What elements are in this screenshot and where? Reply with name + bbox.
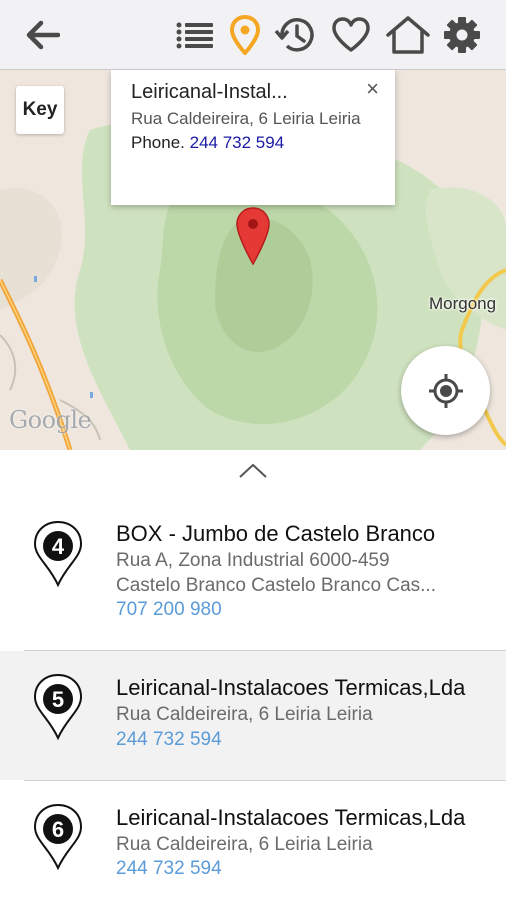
numbered-pin-icon: 5 xyxy=(32,673,84,746)
list-item[interactable]: 5 Leiricanal-Instalacoes Termicas,Lda Ru… xyxy=(0,651,506,780)
map-place-label: Morgong xyxy=(429,294,497,313)
pin-number: 5 xyxy=(51,687,65,712)
pin-number: 6 xyxy=(51,817,65,842)
list-item[interactable]: 4 BOX - Jumbo de Castelo Branco Rua A, Z… xyxy=(0,520,506,650)
item-phone[interactable]: 244 732 594 xyxy=(116,729,222,751)
my-location-button[interactable] xyxy=(401,346,490,435)
back-arrow-icon[interactable] xyxy=(19,12,65,58)
gear-icon[interactable] xyxy=(439,12,485,58)
history-icon[interactable] xyxy=(272,12,318,58)
item-address-line2: Castelo Branco Castelo Branco Cas... xyxy=(116,575,436,596)
pin-number: 4 xyxy=(51,534,65,559)
list-item[interactable]: 6 Leiricanal-Instalacoes Termicas,Lda Ru… xyxy=(0,781,506,900)
item-phone[interactable]: 244 732 594 xyxy=(116,858,222,880)
google-attribution: Google xyxy=(9,406,92,434)
info-window-phone-row: Phone. 244 732 594 xyxy=(131,131,375,155)
close-icon[interactable]: × xyxy=(366,78,379,100)
list-icon[interactable] xyxy=(172,12,218,58)
numbered-pin-icon: 6 xyxy=(32,803,84,876)
map-key-button[interactable]: Key xyxy=(16,86,64,134)
info-window-address: Rua Caldeireira, 6 Leiria Leiria xyxy=(131,109,361,128)
map-pin-icon[interactable] xyxy=(222,12,268,58)
item-address-line1: Rua Caldeireira, 6 Leiria Leiria xyxy=(116,704,373,725)
crosshair-icon xyxy=(428,373,463,408)
numbered-pin-icon: 4 xyxy=(32,520,84,593)
info-window[interactable]: Leiricanal-Instal... Rua Caldeireira, 6 … xyxy=(111,70,395,205)
map-view[interactable]: Key Morgong Google Leiricanal-Instal... … xyxy=(0,70,506,450)
chevron-up-icon[interactable] xyxy=(238,461,268,481)
top-toolbar xyxy=(0,0,506,70)
info-window-phone-prefix: Phone. xyxy=(131,133,185,152)
map-key-label: Key xyxy=(22,99,58,120)
info-window-phone-link[interactable]: 244 732 594 xyxy=(190,133,285,152)
item-title: Leiricanal-Instalacoes Termicas,Lda xyxy=(116,805,466,830)
item-title: BOX - Jumbo de Castelo Branco xyxy=(116,521,436,546)
item-phone[interactable]: 707 200 980 xyxy=(116,599,222,621)
info-window-title: Leiricanal-Instal... xyxy=(131,81,288,103)
map-marker-icon[interactable] xyxy=(235,206,271,271)
item-title: Leiricanal-Instalacoes Termicas,Lda xyxy=(116,675,466,700)
heart-icon[interactable] xyxy=(328,12,374,58)
item-address-line1: Rua A, Zona Industrial 6000-459 xyxy=(116,550,390,571)
home-icon[interactable] xyxy=(385,12,431,58)
item-address-line1: Rua Caldeireira, 6 Leiria Leiria xyxy=(116,834,373,855)
